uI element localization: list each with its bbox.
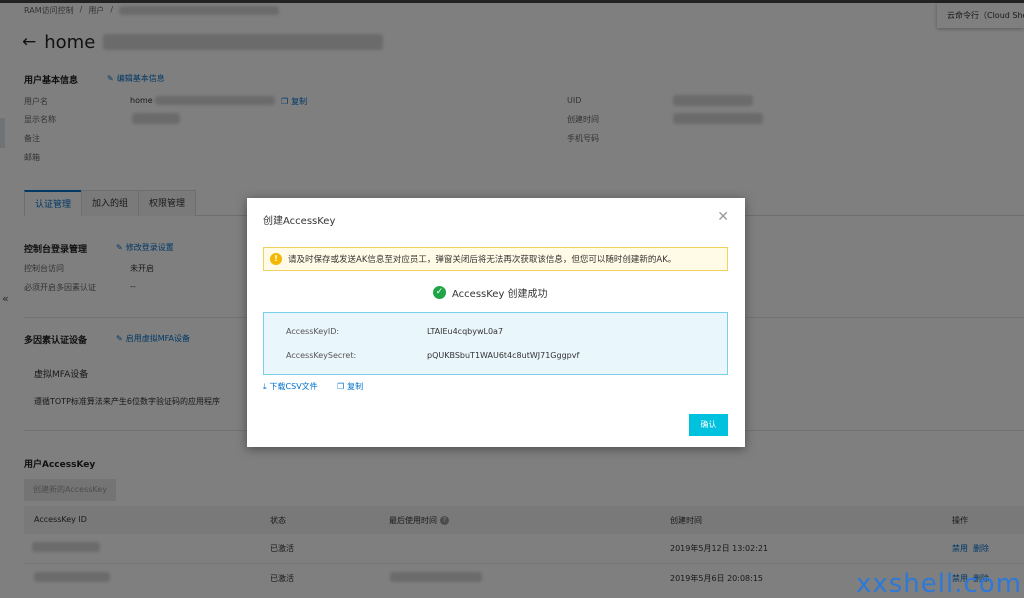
download-csv-link[interactable]: ⤓ 下载CSV文件: [263, 381, 318, 392]
dialog-title: 创建AccessKey: [263, 216, 336, 227]
copy-icon: ❐: [337, 382, 345, 391]
access-key-secret-value[interactable]: pQUKBSbuT1WAU6t4c8utWJ71Gggpvf: [427, 351, 579, 360]
access-key-id-label: AccessKeyID:: [286, 327, 340, 336]
close-icon[interactable]: ✕: [717, 209, 729, 225]
access-key-id-value[interactable]: LTAIEu4cqbywL0a7: [427, 327, 503, 336]
copy-keys-link[interactable]: ❐ 复制: [337, 381, 363, 392]
warning-icon: !: [270, 253, 282, 265]
download-icon: ⤓: [263, 381, 267, 391]
watermark: xxshell.com: [855, 569, 1022, 598]
success-message: ✓ AccessKey 创建成功: [433, 285, 548, 300]
check-circle-icon: ✓: [433, 286, 446, 299]
access-key-info-box: AccessKeyID: LTAIEu4cqbywL0a7 AccessKeyS…: [263, 312, 728, 375]
warning-text: 请及时保存或发送AK信息至对应员工，弹窗关闭后将无法再次获取该信息，但您可以随时…: [288, 255, 677, 265]
download-csv-label: 下载CSV文件: [269, 382, 318, 391]
copy-keys-label: 复制: [347, 382, 364, 391]
success-text: AccessKey 创建成功: [452, 289, 548, 300]
warning-alert: ! 请及时保存或发送AK信息至对应员工，弹窗关闭后将无法再次获取该信息，但您可以…: [263, 247, 728, 271]
confirm-button[interactable]: 确认: [689, 414, 728, 436]
create-access-key-dialog: 创建AccessKey ✕ ! 请及时保存或发送AK信息至对应员工，弹窗关闭后将…: [247, 198, 745, 447]
access-key-secret-label: AccessKeySecret:: [286, 351, 357, 360]
